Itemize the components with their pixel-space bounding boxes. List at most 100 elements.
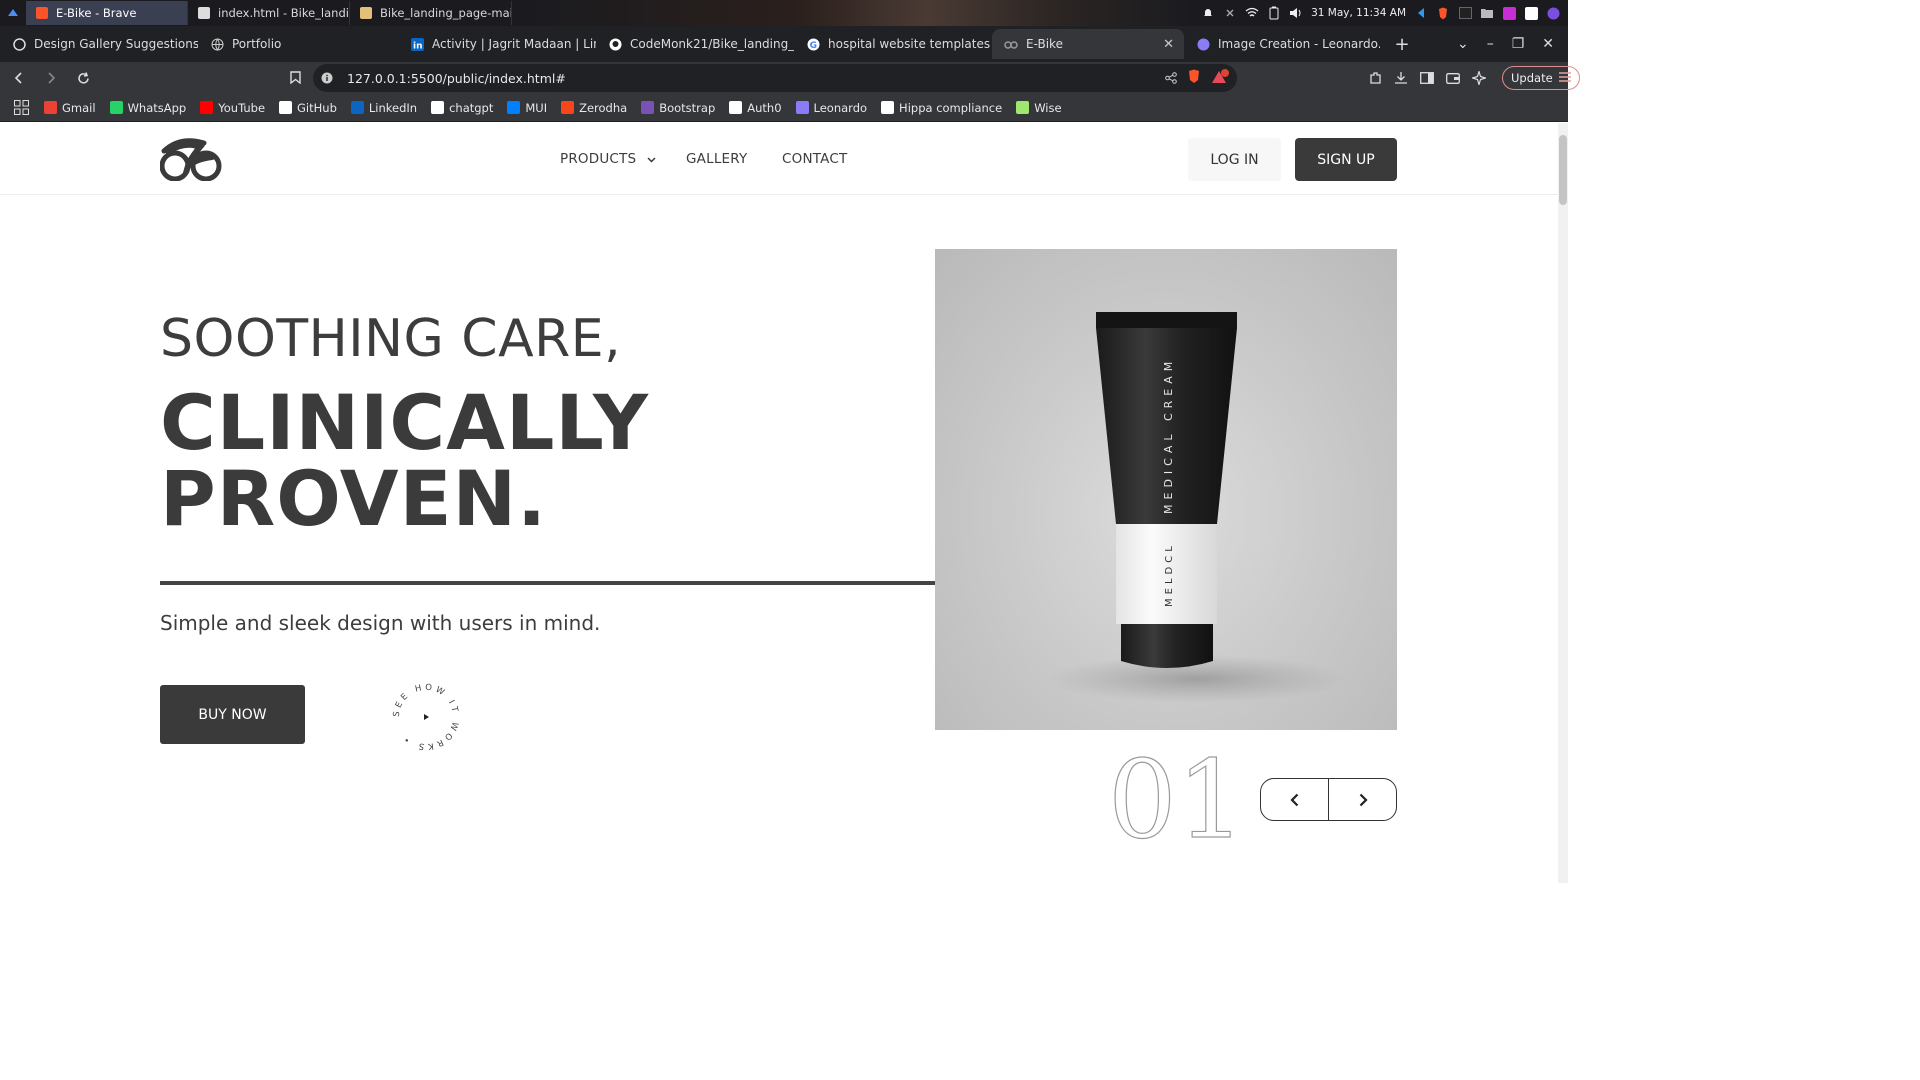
tab-google[interactable]: G hospital website templates - Goo [794,29,992,59]
new-tab-button[interactable]: + [1388,34,1416,55]
gmail-icon [44,101,57,114]
zerodha-icon [561,101,575,114]
bookmark-auth0[interactable]: Auth0 [729,100,782,115]
github-icon [279,101,293,114]
tab-label: CodeMonk21/Bike_landing_page [630,37,794,51]
app2-tray-icon[interactable] [1524,6,1538,20]
bookmark-label: Auth0 [747,100,782,115]
bookmark-wise[interactable]: Wise [1016,101,1062,115]
battery-icon[interactable] [1267,6,1281,20]
app-tray-icon[interactable] [1502,6,1516,20]
bookmark-hippa-compliance[interactable]: Hippa compliance [881,101,1002,115]
bookmark-whatsapp[interactable]: WhatsApp [109,100,187,115]
sidebar-icon[interactable] [1418,69,1436,87]
update-button[interactable]: Update [1502,66,1580,90]
bookmark-label: WhatsApp [127,100,187,115]
share-icon[interactable] [1165,69,1177,88]
buy-now-button[interactable]: BUY NOW [160,685,305,744]
hero-title-line1: CLINICALLY [160,378,650,467]
site-info-icon[interactable] [313,72,341,84]
next-slide-button[interactable] [1328,779,1396,820]
clock[interactable]: 31 May, 11:34 AM [1311,7,1406,19]
launcher-icon[interactable] [0,0,26,26]
apps-grid-icon[interactable] [12,99,30,117]
chevron-left-icon [1289,793,1298,806]
folder-tray-icon[interactable] [1480,6,1494,20]
download-icon[interactable] [1392,69,1410,87]
play-icon [424,714,429,720]
maximize-icon[interactable]: ❐ [1512,36,1525,52]
hero-title-line2: PROVEN. [160,454,547,543]
tab-list-icon[interactable]: ⌄ [1457,36,1469,52]
extensions-icon[interactable] [1366,69,1384,87]
tab-github[interactable]: CodeMonk21/Bike_landing_page [596,29,794,59]
tab-design-gallery[interactable]: Design Gallery Suggestions [0,29,198,59]
prev-slide-button[interactable] [1261,779,1328,820]
back-icon[interactable] [6,65,32,91]
browser-toolbar: 127.0.0.1:5500/public/index.html# Update [0,62,1580,94]
slide-number-text: 01 [1108,745,1245,845]
bookmark-chatgpt[interactable]: chatgpt [431,101,493,115]
nav-products[interactable]: PRODUCTS [560,151,656,167]
terminal-icon[interactable] [1458,6,1472,20]
tab-portfolio[interactable]: Portfolio [198,29,398,59]
reload-icon[interactable] [70,65,96,91]
bookmark-label: Leonardo [813,100,868,115]
bell-icon[interactable] [1201,6,1215,20]
auth0-icon [729,101,743,114]
leo-ai-icon[interactable] [1470,69,1488,87]
bluetooth-icon[interactable] [1223,6,1237,20]
brave-rewards-icon[interactable] [1211,68,1229,88]
tab-label: Portfolio [232,37,282,51]
brave-shields-icon[interactable] [1187,69,1201,88]
ebike-logo[interactable] [160,137,222,181]
url-text[interactable]: 127.0.0.1:5500/public/index.html# [347,71,566,86]
task-brave[interactable]: E-Bike - Brave [26,1,188,25]
bookmark-youtube[interactable]: YouTube [200,101,265,115]
brave-icon [36,7,48,19]
bootstrap-icon [641,101,655,114]
bookmark-leonardo[interactable]: Leonardo [795,100,868,115]
nav-contact[interactable]: CONTACT [782,151,847,167]
bookmark-gmail[interactable]: Gmail [44,101,96,115]
bookmark-linkedin[interactable]: LinkedIn [350,101,417,115]
bookmark-mui[interactable]: MUI [507,101,547,115]
forward-icon[interactable] [38,65,64,91]
close-window-icon[interactable]: ✕ [1542,36,1554,52]
bookmark-icon[interactable] [284,66,306,88]
task-files[interactable]: Bike_landing_page-main - ... [350,1,512,25]
youtube-icon [200,101,214,114]
close-tab-icon[interactable]: ✕ [1163,37,1174,52]
login-button[interactable]: LOG IN [1188,138,1281,181]
minimize-icon[interactable]: – [1487,36,1494,52]
vscode-tray-icon[interactable] [1414,6,1428,20]
slider-controls [1260,778,1397,821]
nav-products-label: PRODUCTS [560,151,637,167]
openai-icon [431,101,445,114]
wallet-icon[interactable] [1444,69,1462,87]
bookmark-bootstrap[interactable]: Bootstrap [641,101,715,115]
brave-tray-icon[interactable] [1436,6,1450,20]
page-scrollbar[interactable] [1558,123,1568,883]
scrollbar-thumb[interactable] [1559,135,1567,205]
task-vscode[interactable]: index.html - Bike_landing_... [188,1,350,25]
bookmark-label: MUI [525,100,548,115]
user-tray-icon[interactable] [1546,6,1560,20]
google-icon: G [806,37,820,51]
tab-ebike[interactable]: E-Bike ✕ [992,29,1184,59]
wifi-icon[interactable] [1245,6,1259,20]
signup-button[interactable]: SIGN UP [1295,138,1397,181]
bookmark-zerodha[interactable]: Zerodha [561,101,627,115]
tab-linkedin[interactable]: in Activity | Jagrit Madaan | Linked [398,29,596,59]
nav-gallery[interactable]: GALLERY [686,151,747,167]
tab-label: hospital website templates - Goo [828,37,992,51]
bookmark-github[interactable]: GitHub [279,101,337,115]
site-header: PRODUCTS GALLERY CONTACT LOG IN SIGN UP [0,123,1558,195]
see-how-it-works-button[interactable]: SEE HOW IT WORKS • [390,681,462,753]
volume-icon[interactable] [1289,6,1303,20]
ebike-icon [1004,37,1018,51]
bookmark-label: YouTube [218,100,266,115]
address-bar[interactable]: 127.0.0.1:5500/public/index.html# [313,64,1237,92]
chevron-right-icon [1359,793,1368,806]
tab-leonardo[interactable]: Image Creation - Leonardo.Ai [1184,29,1380,59]
